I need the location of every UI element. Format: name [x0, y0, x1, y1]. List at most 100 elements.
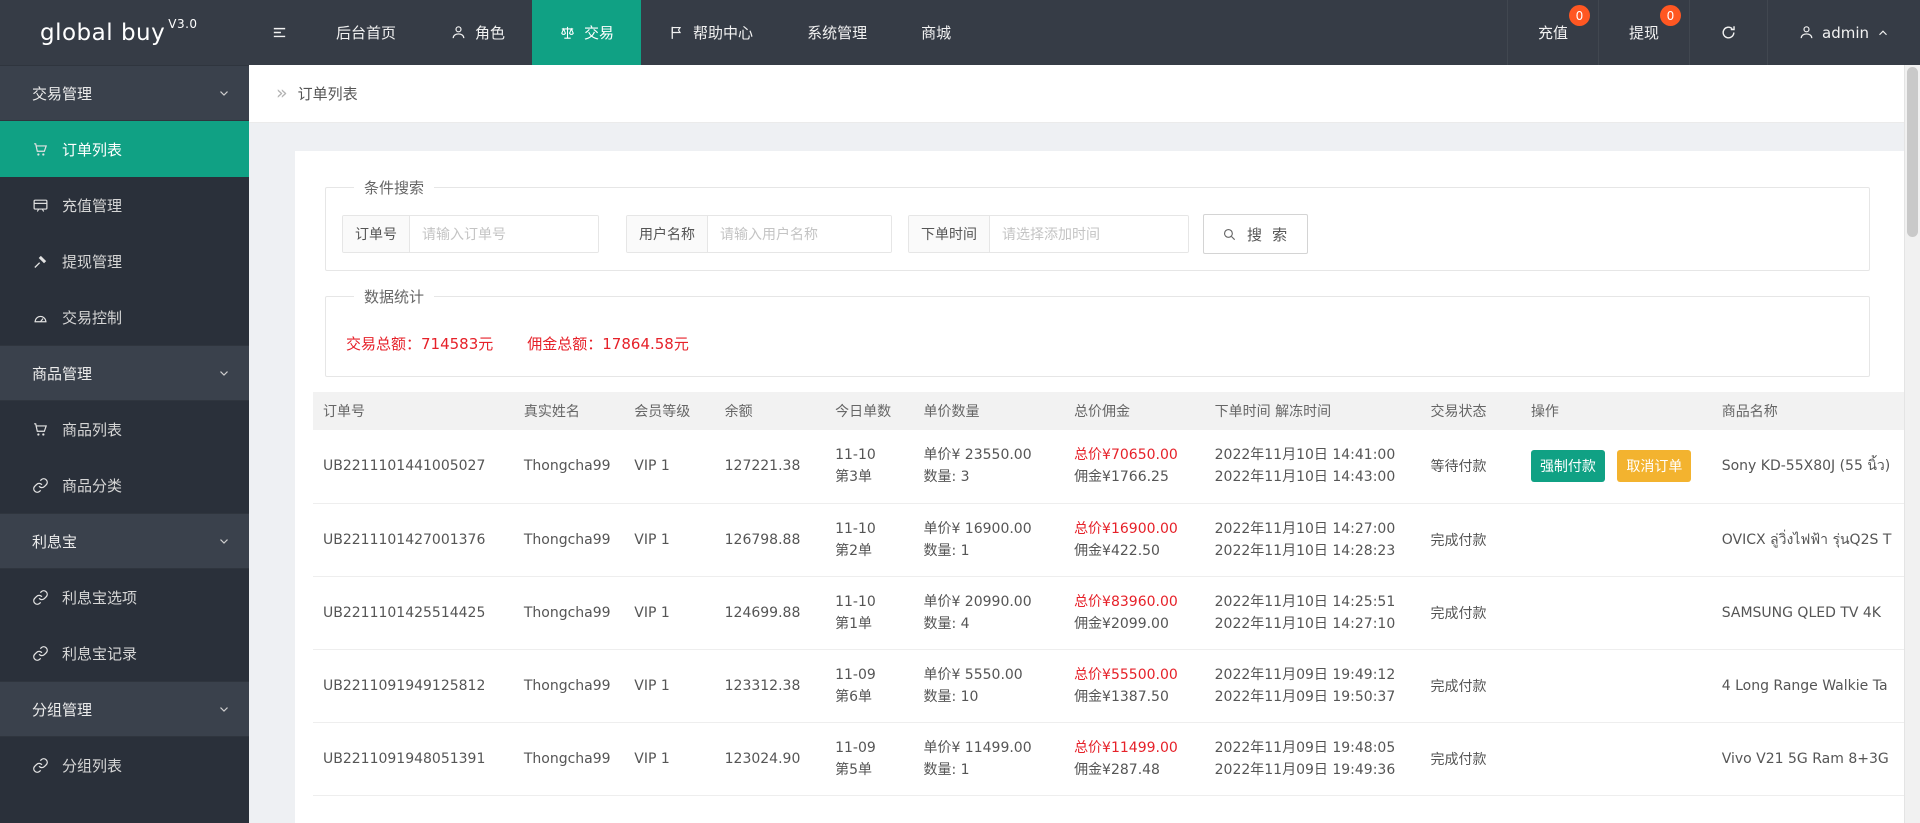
- nav-item-mall[interactable]: 商城: [894, 0, 978, 65]
- cell-order-no: UB2211101425514425: [313, 576, 514, 650]
- table-row: UB2211091949125812 Thongcha99 VIP 1 1233…: [313, 649, 1920, 723]
- cell-balance: 123024.90: [714, 722, 826, 796]
- sidebar-item-product-list[interactable]: 商品列表: [0, 401, 249, 457]
- cell-actions: [1520, 503, 1712, 577]
- stats-panel-legend: 数据统计: [364, 288, 425, 306]
- cell-times: 2022年11月09日 19:37:18: [1204, 795, 1421, 823]
- cell-times: 2022年11月10日 14:25:51 2022年11月10日 14:27:10: [1204, 576, 1421, 650]
- sidebar-section-group-mgmt[interactable]: 分组管理: [0, 681, 249, 737]
- page-title: 订单列表: [297, 85, 358, 103]
- main-nav: 后台首页 角色 交易 帮助中心 系统管理 商城: [309, 0, 978, 65]
- chevron-down-icon: [217, 702, 231, 716]
- scales-icon: [559, 24, 576, 41]
- cell-real-name: [513, 795, 625, 823]
- cell-real-name: Thongcha99: [513, 649, 625, 723]
- sidebar-section-trade-mgmt[interactable]: 交易管理: [0, 65, 249, 121]
- status-badge: 完成付款: [1420, 722, 1521, 796]
- cell-balance: 123312.38: [714, 649, 826, 723]
- cell-actions: 强制付款 取消订单: [1520, 430, 1712, 504]
- cart-icon: [32, 421, 49, 438]
- status-badge: 完成付款: [1420, 503, 1521, 577]
- cell-price-qty: 单价¥ 2550.00: [913, 795, 1065, 823]
- search-button[interactable]: 搜 索: [1203, 214, 1309, 254]
- order-no-field-group: 订单号: [342, 215, 599, 253]
- gavel-icon: [32, 253, 49, 270]
- table-row: 11-09 单价¥ 2550.00 总价¥12750.00 2022年11月09…: [313, 795, 1920, 823]
- stats-panel: 数据统计 交易总额：714583元 佣金总额：17864.58元: [325, 286, 1870, 377]
- cell-product: Vivo V21 5G Ram 8+3G: [1711, 722, 1920, 796]
- cell-order-no: [313, 795, 514, 823]
- sidebar-section-interest[interactable]: 利息宝: [0, 513, 249, 569]
- sidebar-item-recharge-mgmt[interactable]: 充值管理: [0, 177, 249, 233]
- sidebar-toggle-button[interactable]: [249, 0, 309, 65]
- username: admin: [1822, 23, 1869, 42]
- chevron-down-icon: [217, 86, 231, 100]
- withdraw-button[interactable]: 提现 0: [1597, 0, 1689, 65]
- col-status: 交易状态: [1420, 392, 1521, 430]
- cell-today: 11-09: [825, 795, 914, 823]
- sidebar-item-withdraw-mgmt[interactable]: 提现管理: [0, 233, 249, 289]
- table-row: UB2211101441005027 Thongcha99 VIP 1 1272…: [313, 430, 1920, 504]
- nav-item-system[interactable]: 系统管理: [780, 0, 894, 65]
- nav-item-dashboard[interactable]: 后台首页: [309, 0, 423, 65]
- cell-vip: [624, 795, 715, 823]
- refresh-button[interactable]: [1689, 0, 1767, 65]
- cell-vip: VIP 1: [624, 649, 715, 723]
- person-icon: [450, 24, 467, 41]
- nav-item-trade[interactable]: 交易: [532, 0, 642, 65]
- cell-today: 11-10 第3单: [825, 430, 914, 504]
- cell-product: Sony KD-55X80J (55 นิ้ว): [1711, 430, 1920, 504]
- nav-item-roles[interactable]: 角色: [423, 0, 532, 65]
- col-product: 商品名称: [1711, 392, 1920, 430]
- col-price-qty: 单价数量: [913, 392, 1065, 430]
- cell-actions: [1520, 795, 1712, 823]
- cell-balance: 127221.38: [714, 430, 826, 504]
- cell-vip: VIP 1: [624, 503, 715, 577]
- order-time-input[interactable]: [990, 216, 1188, 252]
- cancel-order-button[interactable]: 取消订单: [1617, 450, 1692, 483]
- scrollbar-thumb[interactable]: [1907, 67, 1918, 237]
- vertical-scrollbar[interactable]: [1904, 65, 1920, 823]
- cell-total-commission: 总价¥70650.00 佣金¥1766.25: [1064, 430, 1205, 504]
- col-order-no: 订单号: [313, 392, 514, 430]
- chevron-down-icon: [217, 534, 231, 548]
- nav-item-help-center[interactable]: 帮助中心: [641, 0, 780, 65]
- sidebar-section-product-mgmt[interactable]: 商品管理: [0, 345, 249, 401]
- app-name: global buy: [40, 19, 166, 46]
- cell-today: 11-10 第1单: [825, 576, 914, 650]
- search-panel: 条件搜索 订单号 用户名称 下单时间: [325, 177, 1870, 271]
- content: 条件搜索 订单号 用户名称 下单时间: [249, 123, 1920, 823]
- refresh-icon: [1720, 24, 1737, 41]
- status-badge: [1420, 795, 1521, 823]
- topbar: global buy V3.0 后台首页 角色 交易 帮助中心 系统管理 商城 …: [0, 0, 1920, 65]
- sidebar-item-group-list[interactable]: 分组列表: [0, 737, 249, 793]
- order-time-label: 下单时间: [909, 216, 990, 252]
- cell-real-name: Thongcha99: [513, 430, 625, 504]
- force-pay-button[interactable]: 强制付款: [1530, 450, 1605, 483]
- cell-total-commission: 总价¥16900.00 佣金¥422.50: [1064, 503, 1205, 577]
- user-name-input[interactable]: [708, 216, 891, 252]
- user-name-field-group: 用户名称: [626, 215, 892, 253]
- cell-real-name: Thongcha99: [513, 722, 625, 796]
- cell-times: 2022年11月10日 14:27:00 2022年11月10日 14:28:23: [1204, 503, 1421, 577]
- cell-times: 2022年11月09日 19:48:05 2022年11月09日 19:49:36: [1204, 722, 1421, 796]
- order-no-input[interactable]: [410, 216, 598, 252]
- sidebar-item-order-list[interactable]: 订单列表: [0, 121, 249, 177]
- cart-icon: [32, 141, 49, 158]
- user-menu[interactable]: admin: [1767, 0, 1920, 65]
- col-vip-level: 会员等级: [624, 392, 715, 430]
- sidebar: 交易管理 订单列表 充值管理 提现管理 交易控制 商品管理 商品列表 商品分类 …: [0, 65, 249, 823]
- cell-today: 11-09 第5单: [825, 722, 914, 796]
- cell-price-qty: 单价¥ 16900.00 数量: 1: [913, 503, 1065, 577]
- orders-table: 订单号 真实姓名 会员等级 余额 今日单数 单价数量 总价佣金 下单时间 解冻时…: [313, 392, 1920, 823]
- sidebar-item-product-category[interactable]: 商品分类: [0, 457, 249, 513]
- cell-vip: VIP 1: [624, 430, 715, 504]
- chevron-up-icon: [1876, 26, 1890, 40]
- sidebar-item-interest-records[interactable]: 利息宝记录: [0, 625, 249, 681]
- cell-product: OVICX ลู่วิ่งไฟฟ้า รุ่นQ2S T: [1711, 503, 1920, 577]
- col-real-name: 真实姓名: [513, 392, 625, 430]
- chevron-down-icon: [217, 366, 231, 380]
- sidebar-item-trade-control[interactable]: 交易控制: [0, 289, 249, 345]
- recharge-button[interactable]: 充值 0: [1506, 0, 1598, 65]
- sidebar-item-interest-options[interactable]: 利息宝选项: [0, 569, 249, 625]
